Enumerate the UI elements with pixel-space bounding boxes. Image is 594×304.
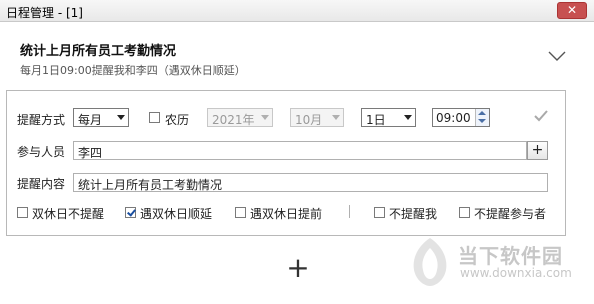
option-label: 不提醒参与者	[474, 207, 547, 221]
year-select[interactable]: 2021年	[207, 108, 273, 127]
option-checkbox[interactable]	[125, 207, 136, 218]
divider	[349, 205, 350, 218]
content-input[interactable]: 统计上月所有员工考勤情况	[73, 173, 548, 192]
dropdown-arrow-icon	[261, 115, 269, 120]
day-select[interactable]: 1日	[361, 108, 416, 127]
year-value: 2021年	[212, 113, 255, 127]
spin-down-icon[interactable]	[478, 119, 486, 123]
close-button[interactable]: ✕	[557, 2, 587, 19]
chevron-down-icon[interactable]	[548, 50, 566, 62]
reminder-mode-label: 提醒方式	[17, 113, 66, 127]
month-value: 10月	[295, 113, 323, 127]
option-checkbox[interactable]	[374, 207, 385, 218]
option-checkbox[interactable]	[459, 207, 470, 218]
option-checkbox[interactable]	[17, 207, 28, 218]
frequency-value: 每月	[78, 113, 103, 127]
title-bar: 日程管理 - [1] ✕	[0, 0, 594, 22]
option-label: 遇双休日顺延	[140, 207, 213, 221]
window-title: 日程管理 - [1]	[6, 6, 83, 20]
option-label: 遇双休日提前	[250, 207, 323, 221]
dropdown-arrow-icon	[117, 115, 125, 120]
option-checkbox[interactable]	[235, 207, 246, 218]
watermark-logo	[413, 238, 447, 286]
checkmark-icon[interactable]	[533, 109, 549, 123]
time-spinner[interactable]	[475, 109, 489, 126]
watermark-name: 当下软件园	[458, 244, 563, 268]
dropdown-arrow-icon	[332, 115, 340, 120]
schedule-edit-panel: 提醒方式 每月 农历 2021年 10月 1日 09:00 参与人员 李四 + …	[6, 90, 566, 236]
month-select[interactable]: 10月	[290, 108, 344, 127]
spin-up-icon[interactable]	[478, 111, 486, 115]
day-value: 1日	[366, 113, 386, 127]
option-label: 不提醒我	[389, 207, 438, 221]
schedule-title: 统计上月所有员工考勤情况	[20, 44, 177, 59]
watermark-url: www.downxia.com	[460, 266, 572, 280]
option-label: 双休日不提醒	[32, 207, 105, 221]
participants-input[interactable]: 李四	[73, 141, 527, 160]
time-value: 09:00	[436, 111, 471, 125]
time-input[interactable]: 09:00	[432, 108, 490, 127]
frequency-select[interactable]: 每月	[73, 108, 129, 127]
participants-label: 参与人员	[17, 145, 66, 159]
participants-value: 李四	[78, 146, 103, 160]
lunar-label: 农历	[165, 113, 190, 127]
content-label: 提醒内容	[17, 177, 66, 191]
add-schedule-button[interactable]: +	[286, 254, 310, 282]
schedule-summary: 每月1日09:00提醒我和李四（遇双休日顺延）	[20, 64, 246, 77]
content-value: 统计上月所有员工考勤情况	[78, 178, 223, 192]
schedule-header[interactable]: 统计上月所有员工考勤情况 每月1日09:00提醒我和李四（遇双休日顺延）	[0, 22, 594, 84]
lunar-checkbox[interactable]	[149, 112, 160, 123]
add-participant-button[interactable]: +	[527, 141, 548, 160]
dropdown-arrow-icon	[404, 115, 412, 120]
